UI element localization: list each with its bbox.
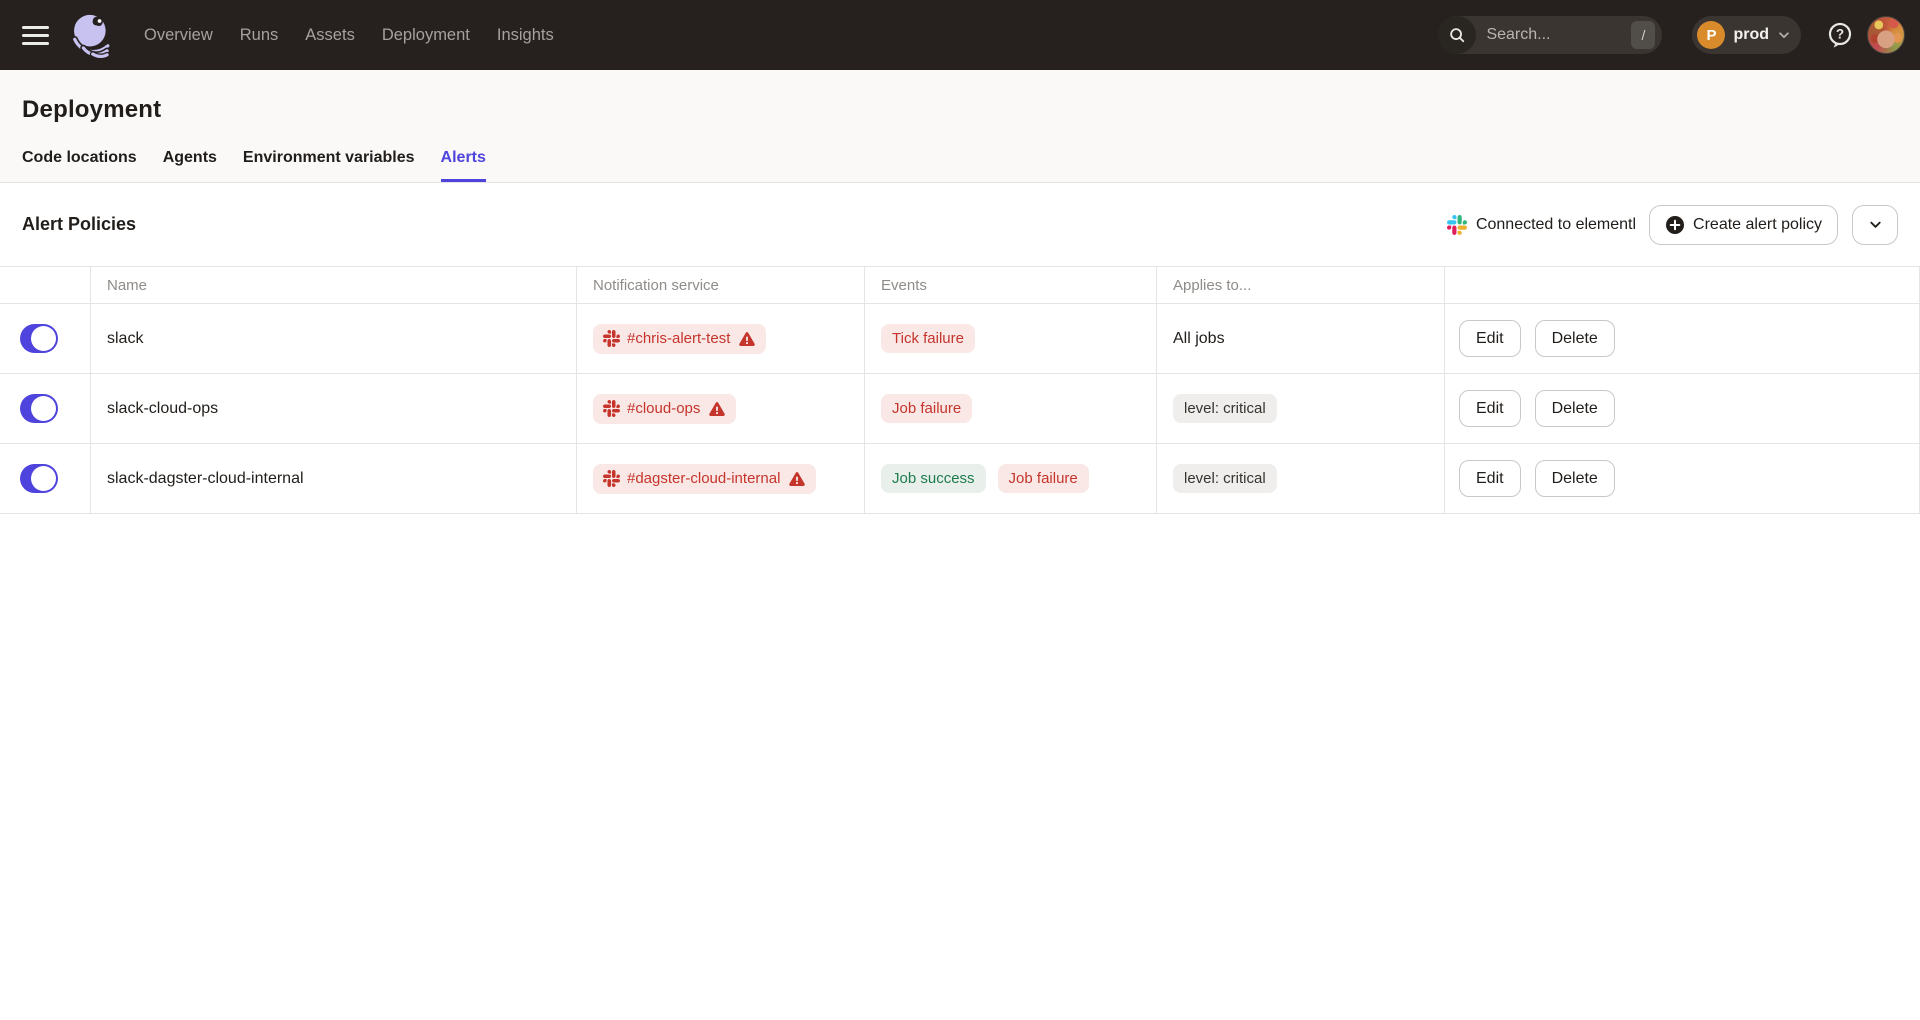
slack-icon (1447, 215, 1467, 235)
applies-to-value: level: critical (1173, 464, 1277, 493)
policy-enabled-toggle[interactable] (20, 464, 58, 493)
col-toggle (0, 267, 91, 303)
alert-policy-row: slack-cloud-ops #cloud-ops Job failure l… (0, 374, 1920, 444)
chevron-down-icon (1777, 28, 1791, 42)
alert-policy-row: slack-dagster-cloud-internal #dagster-cl… (0, 444, 1920, 514)
page-title: Deployment (22, 96, 1920, 124)
alert-policies-more-button[interactable] (1852, 205, 1898, 245)
slack-icon (603, 400, 620, 417)
applies-to-cell: level: critical (1157, 444, 1445, 513)
applies-to-value: level: critical (1173, 394, 1277, 423)
delete-button[interactable]: Delete (1535, 390, 1615, 427)
col-events: Events (865, 267, 1157, 303)
alert-policies-table: Name Notification service Events Applies… (0, 266, 1920, 514)
slack-channel-badge: #chris-alert-test (593, 324, 766, 354)
slack-channel-label: #dagster-cloud-internal (627, 470, 780, 487)
connected-status-text: Connected to elementl (1476, 216, 1636, 234)
warning-icon (788, 470, 806, 488)
warning-icon (738, 330, 756, 348)
tab-alerts[interactable]: Alerts (441, 149, 486, 182)
deployment-switcher-label: prod (1733, 26, 1769, 44)
search-input[interactable] (1476, 26, 1631, 44)
policy-name: slack-dagster-cloud-internal (107, 470, 304, 488)
nav-item-runs[interactable]: Runs (240, 26, 279, 45)
event-badge: Job failure (881, 394, 972, 423)
alert-policy-row: slack #chris-alert-test Tick failure All… (0, 304, 1920, 374)
edit-button[interactable]: Edit (1459, 460, 1521, 497)
policy-name: slack-cloud-ops (107, 400, 218, 418)
create-alert-policy-label: Create alert policy (1693, 216, 1822, 234)
primary-nav: Overview Runs Assets Deployment Insights (144, 26, 554, 45)
deployment-tabs: Code locations Agents Environment variab… (22, 149, 1920, 182)
applies-to-cell: All jobs (1157, 304, 1445, 373)
deployment-avatar: P (1697, 21, 1725, 49)
chevron-down-icon (1868, 217, 1883, 232)
tab-agents[interactable]: Agents (163, 149, 217, 182)
col-notification-service: Notification service (577, 267, 865, 303)
section-heading: Alert Policies (22, 214, 136, 235)
nav-item-assets[interactable]: Assets (305, 26, 355, 45)
nav-item-overview[interactable]: Overview (144, 26, 213, 45)
alert-policies-toolbar: Alert Policies Connected to elementl Cre… (0, 183, 1920, 266)
slack-channel-label: #cloud-ops (627, 400, 700, 417)
policy-name: slack (107, 330, 143, 348)
policy-enabled-toggle[interactable] (20, 324, 58, 353)
applies-to-cell: level: critical (1157, 374, 1445, 443)
plus-circle-icon (1665, 215, 1685, 235)
user-avatar[interactable] (1867, 16, 1905, 54)
delete-button[interactable]: Delete (1535, 320, 1615, 357)
alert-policies-table-body: slack #chris-alert-test Tick failure All… (0, 304, 1920, 514)
events-cell: Job success Job failure (865, 444, 1157, 513)
table-header: Name Notification service Events Applies… (0, 267, 1920, 304)
event-badge: Tick failure (881, 324, 975, 353)
events-cell: Tick failure (865, 304, 1157, 373)
create-alert-policy-button[interactable]: Create alert policy (1649, 205, 1838, 245)
svg-text:?: ? (1836, 27, 1844, 42)
policy-enabled-toggle[interactable] (20, 394, 58, 423)
events-cell: Job failure (865, 374, 1157, 443)
slack-channel-label: #chris-alert-test (627, 330, 730, 347)
slack-icon (603, 330, 620, 347)
col-applies-to: Applies to... (1157, 267, 1445, 303)
nav-item-insights[interactable]: Insights (497, 26, 554, 45)
col-actions (1445, 267, 1920, 303)
help-icon[interactable]: ? (1826, 21, 1854, 49)
search-icon (1438, 16, 1476, 54)
slack-channel-badge: #dagster-cloud-internal (593, 464, 816, 494)
page-header: Deployment Code locations Agents Environ… (0, 70, 1920, 183)
slack-connection-status: Connected to elementl (1447, 215, 1636, 235)
dagster-logo-icon[interactable] (69, 10, 115, 60)
col-name: Name (91, 267, 577, 303)
nav-item-deployment[interactable]: Deployment (382, 26, 470, 45)
tab-environment-variables[interactable]: Environment variables (243, 149, 415, 182)
edit-button[interactable]: Edit (1459, 320, 1521, 357)
deployment-switcher[interactable]: P prod (1692, 16, 1801, 54)
hamburger-menu-icon[interactable] (22, 26, 49, 45)
warning-icon (708, 400, 726, 418)
tab-code-locations[interactable]: Code locations (22, 149, 137, 182)
applies-to-value: All jobs (1173, 330, 1225, 348)
slack-icon (603, 470, 620, 487)
top-nav-bar: Overview Runs Assets Deployment Insights… (0, 0, 1920, 70)
delete-button[interactable]: Delete (1535, 460, 1615, 497)
event-badge: Job failure (998, 464, 1089, 493)
search-shortcut-key: / (1631, 21, 1655, 49)
global-search[interactable]: / (1438, 16, 1662, 54)
edit-button[interactable]: Edit (1459, 390, 1521, 427)
slack-channel-badge: #cloud-ops (593, 394, 736, 424)
event-badge: Job success (881, 464, 986, 493)
